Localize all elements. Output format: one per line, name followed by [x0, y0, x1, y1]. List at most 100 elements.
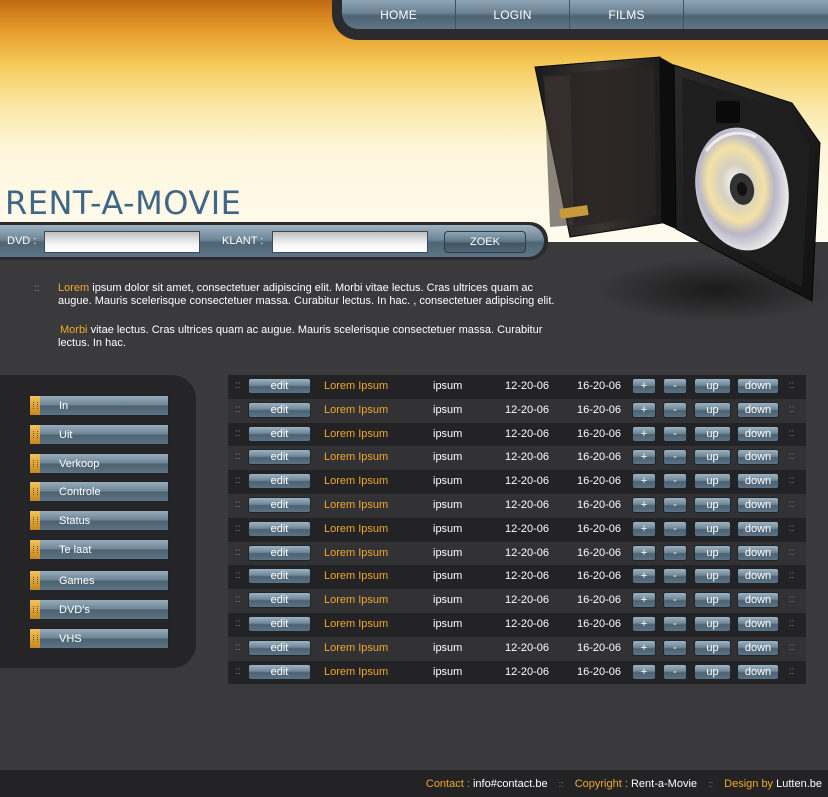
up-button[interactable]: up: [694, 544, 731, 561]
table-row: :: edit Lorem Ipsum ipsum 12-20-06 16-20…: [228, 636, 806, 661]
minus-button[interactable]: -: [663, 473, 687, 490]
plus-button[interactable]: +: [632, 401, 656, 418]
plus-button[interactable]: +: [632, 615, 656, 632]
row-title[interactable]: Lorem Ipsum: [324, 451, 388, 463]
nav-login[interactable]: LOGIN: [456, 0, 570, 29]
minus-button[interactable]: -: [663, 544, 687, 561]
klant-label: KLANT :: [222, 235, 264, 247]
up-button[interactable]: up: [694, 592, 731, 609]
sidebar-item-games[interactable]: Games: [29, 570, 169, 591]
up-button[interactable]: up: [694, 520, 731, 537]
contact-link[interactable]: info#contact.be: [470, 778, 548, 790]
edit-button[interactable]: edit: [248, 592, 311, 609]
minus-button[interactable]: -: [663, 449, 687, 466]
plus-button[interactable]: +: [632, 449, 656, 466]
plus-button[interactable]: +: [632, 520, 656, 537]
sidebar-item-in[interactable]: In: [29, 395, 169, 416]
up-button[interactable]: up: [694, 615, 731, 632]
plus-button[interactable]: +: [632, 378, 656, 394]
plus-button[interactable]: +: [632, 568, 656, 585]
down-button[interactable]: down: [737, 568, 779, 585]
row-date-end: 16-20-06: [577, 570, 622, 583]
minus-button[interactable]: -: [663, 496, 687, 513]
minus-button[interactable]: -: [663, 592, 687, 609]
edit-button[interactable]: edit: [248, 520, 311, 537]
up-button[interactable]: up: [694, 663, 731, 680]
row-title[interactable]: Lorem Ipsum: [324, 618, 388, 630]
plus-button[interactable]: +: [632, 425, 656, 442]
nav-empty: [684, 0, 798, 29]
edit-button[interactable]: edit: [248, 639, 311, 656]
edit-button[interactable]: edit: [248, 568, 311, 585]
klant-input[interactable]: [272, 231, 428, 253]
dvd-input[interactable]: [44, 231, 200, 253]
down-button[interactable]: down: [737, 473, 779, 490]
down-button[interactable]: down: [737, 425, 779, 442]
up-button[interactable]: up: [694, 401, 731, 418]
up-button[interactable]: up: [694, 496, 731, 513]
down-button[interactable]: down: [737, 663, 779, 680]
sidebar-item-verkoop[interactable]: Verkoop: [29, 453, 169, 474]
row-title[interactable]: Lorem Ipsum: [324, 642, 388, 654]
minus-button[interactable]: -: [663, 663, 687, 680]
edit-button[interactable]: edit: [248, 544, 311, 561]
edit-button[interactable]: edit: [248, 378, 311, 394]
row-title[interactable]: Lorem Ipsum: [324, 475, 388, 487]
minus-button[interactable]: -: [663, 568, 687, 585]
edit-button[interactable]: edit: [248, 663, 311, 680]
minus-button[interactable]: -: [663, 639, 687, 656]
design-link[interactable]: Lutten.be: [773, 778, 822, 790]
minus-button[interactable]: -: [663, 520, 687, 537]
up-button[interactable]: up: [694, 378, 731, 394]
sidebar-item-status[interactable]: Status: [29, 510, 169, 531]
zoek-button[interactable]: ZOEK: [444, 231, 526, 253]
plus-button[interactable]: +: [632, 592, 656, 609]
row-title[interactable]: Lorem Ipsum: [324, 523, 388, 535]
row-title[interactable]: Lorem Ipsum: [324, 594, 388, 606]
plus-button[interactable]: +: [632, 496, 656, 513]
nav-home[interactable]: HOME: [342, 0, 456, 29]
row-title[interactable]: Lorem Ipsum: [324, 380, 388, 392]
plus-button[interactable]: +: [632, 544, 656, 561]
edit-button[interactable]: edit: [248, 615, 311, 632]
down-button[interactable]: down: [737, 592, 779, 609]
row-title[interactable]: Lorem Ipsum: [324, 547, 388, 559]
minus-button[interactable]: -: [663, 425, 687, 442]
down-button[interactable]: down: [737, 544, 779, 561]
down-button[interactable]: down: [737, 401, 779, 418]
plus-button[interactable]: +: [632, 639, 656, 656]
edit-button[interactable]: edit: [248, 473, 311, 490]
minus-button[interactable]: -: [663, 401, 687, 418]
row-title[interactable]: Lorem Ipsum: [324, 570, 388, 582]
minus-button[interactable]: -: [663, 615, 687, 632]
sidebar-item-uit[interactable]: Uit: [29, 424, 169, 445]
edit-button[interactable]: edit: [248, 496, 311, 513]
edit-button[interactable]: edit: [248, 449, 311, 466]
down-button[interactable]: down: [737, 449, 779, 466]
row-title[interactable]: Lorem Ipsum: [324, 428, 388, 440]
nav-films[interactable]: FILMS: [570, 0, 684, 29]
row-title[interactable]: Lorem Ipsum: [324, 666, 388, 678]
up-button[interactable]: up: [694, 473, 731, 490]
row-title[interactable]: Lorem Ipsum: [324, 499, 388, 511]
edit-button[interactable]: edit: [248, 425, 311, 442]
down-button[interactable]: down: [737, 520, 779, 537]
plus-button[interactable]: +: [632, 473, 656, 490]
sidebar-item-controle[interactable]: Controle: [29, 481, 169, 502]
up-button[interactable]: up: [694, 568, 731, 585]
down-button[interactable]: down: [737, 496, 779, 513]
up-button[interactable]: up: [694, 449, 731, 466]
movie-table: :: edit Lorem Ipsum ipsum 12-20-06 16-20…: [228, 375, 806, 685]
row-title[interactable]: Lorem Ipsum: [324, 404, 388, 416]
sidebar-item-dvds[interactable]: DVD's: [29, 599, 169, 620]
sidebar-item-vhs[interactable]: VHS: [29, 628, 169, 649]
down-button[interactable]: down: [737, 378, 779, 394]
sidebar-item-te-laat[interactable]: Te laat: [29, 539, 169, 560]
edit-button[interactable]: edit: [248, 401, 311, 418]
down-button[interactable]: down: [737, 639, 779, 656]
plus-button[interactable]: +: [632, 663, 656, 680]
up-button[interactable]: up: [694, 425, 731, 442]
minus-button[interactable]: -: [663, 378, 687, 394]
up-button[interactable]: up: [694, 639, 731, 656]
down-button[interactable]: down: [737, 615, 779, 632]
